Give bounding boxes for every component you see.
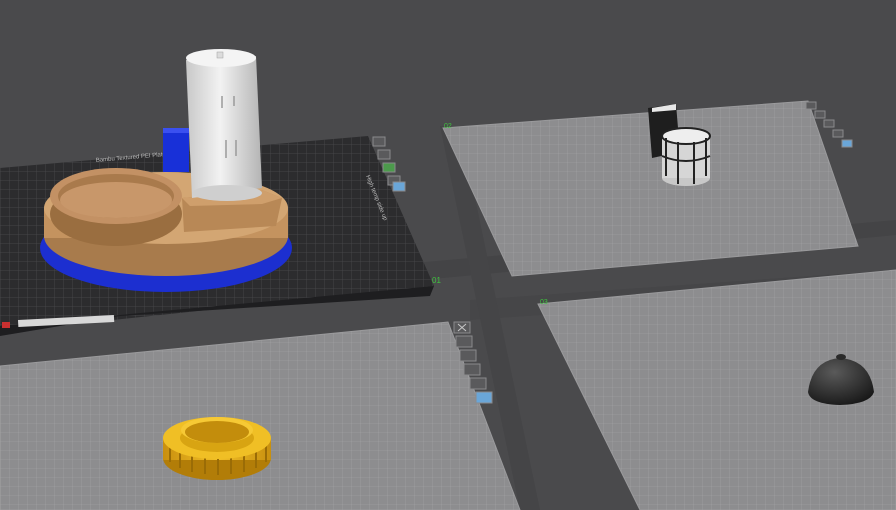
build-plate-4[interactable]: [537, 269, 896, 510]
build-plate-2[interactable]: [442, 100, 859, 277]
white-tower-object[interactable]: [186, 49, 262, 201]
plate-2-number: 02: [444, 123, 452, 130]
build-plate-1-active[interactable]: Bambu Textured PEI Plate High temp side …: [0, 49, 441, 336]
plate-4-number: 03: [540, 299, 548, 306]
yellow-ring-object[interactable]: [163, 417, 271, 480]
blue-block-object[interactable]: [163, 128, 189, 172]
3d-viewport[interactable]: Bambu Textured PEI Plate High temp side …: [0, 0, 896, 510]
build-plate-3[interactable]: [0, 321, 521, 510]
plate-1-number: 01: [432, 276, 441, 285]
